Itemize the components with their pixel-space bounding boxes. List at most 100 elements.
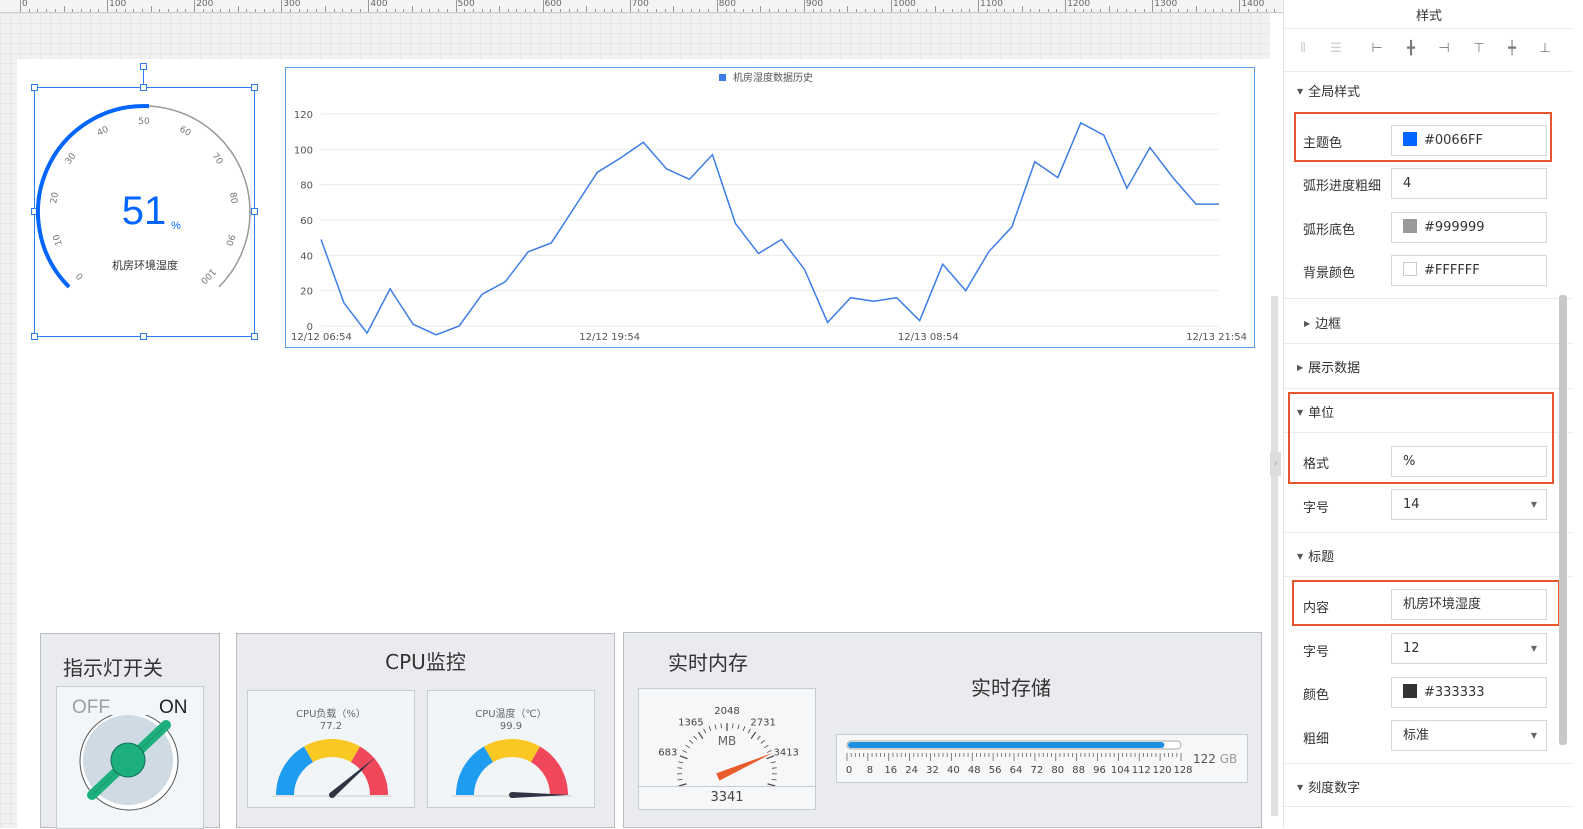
caret-right-icon: ▶ <box>1297 363 1303 372</box>
cpu-temp-dial <box>450 739 574 801</box>
ruler-tick <box>987 9 988 12</box>
section-title[interactable]: ▼标题 <box>1297 546 1334 565</box>
memory-dial-tick <box>686 745 690 748</box>
cpu-load-gauge[interactable]: CPU负载（%） 77.2 <box>247 690 415 808</box>
storage-tick-label: 104 <box>1111 765 1130 776</box>
collapse-panel-icon[interactable]: › <box>1270 452 1281 476</box>
ruler-tick <box>577 9 578 12</box>
ruler-label: 1300 <box>1154 0 1177 9</box>
gauge-scale-label: 70 <box>209 152 224 167</box>
storage-unit: GB <box>1220 752 1238 766</box>
memory-dial-tick <box>721 723 722 728</box>
bg-color-field[interactable]: #FFFFFF <box>1391 255 1547 286</box>
ruler-tick <box>1109 6 1110 12</box>
memory-dial-label: 1365 <box>678 717 703 728</box>
ruler-tick <box>935 6 936 12</box>
ruler-tick <box>177 9 178 12</box>
storage-bar-fill <box>848 742 1164 748</box>
distribute-horizontal-icon[interactable]: ⫴ <box>1294 40 1312 58</box>
y-tick-label: 40 <box>300 251 313 262</box>
ruler-tick <box>917 9 918 12</box>
unit-size-label: 字号 <box>1303 497 1329 516</box>
humidity-history-chart[interactable]: 机房湿度数据历史02040608010012012/12 06:5412/12 … <box>285 67 1255 348</box>
ruler-tick <box>516 9 517 12</box>
ruler-tick <box>691 9 692 12</box>
memory-dial-tick <box>761 740 765 743</box>
arc-bg-field[interactable]: #999999 <box>1391 212 1547 243</box>
align-right-icon[interactable]: ⊣ <box>1435 40 1453 58</box>
highlight-unit <box>1288 392 1554 484</box>
rotate-handle[interactable] <box>140 63 147 70</box>
chart-legend-label: 机房湿度数据历史 <box>733 71 813 84</box>
arc-width-field[interactable]: 4 <box>1391 168 1547 199</box>
x-tick-label: 12/13 21:54 <box>1186 332 1247 343</box>
divider <box>1284 71 1574 72</box>
ruler-tick <box>360 9 361 12</box>
switch-panel[interactable]: 指示灯开关 OFF ON <box>40 633 220 828</box>
align-bottom-icon[interactable]: ⊥ <box>1536 40 1554 58</box>
ruler-tick <box>1126 9 1127 12</box>
title-color-field[interactable]: #333333 <box>1391 677 1547 708</box>
cpu-temp-gauge[interactable]: CPU温度（℃） 99.9 <box>427 690 595 808</box>
title-size-select[interactable]: 12▼ <box>1391 633 1547 664</box>
align-middle-vertical-icon[interactable]: ┿ <box>1503 40 1521 58</box>
ruler-tick <box>1239 0 1240 12</box>
ruler-tick <box>1039 9 1040 12</box>
section-display-data[interactable]: ▶展示数据 <box>1297 357 1360 376</box>
cpu-panel[interactable]: CPU监控 CPU负载（%） 77.2 CPU温度（℃） 99.9 <box>236 633 615 828</box>
memory-gauge[interactable]: 068313652048273134134096MB 3341 <box>638 688 816 810</box>
ruler-tick <box>456 0 457 12</box>
ruler-tick <box>569 9 570 12</box>
ruler-tick <box>490 9 491 12</box>
ruler-tick <box>647 9 648 12</box>
memory-dial-tick <box>680 756 688 759</box>
storage-bar-widget[interactable]: 081624324048566472808896104112120128 122… <box>836 734 1248 783</box>
y-tick-label: 80 <box>300 181 313 192</box>
ruler-tick <box>55 9 56 12</box>
ruler-tick <box>726 9 727 12</box>
title-color-swatch <box>1403 684 1417 698</box>
ruler-tick <box>168 9 169 12</box>
ruler-tick <box>46 9 47 12</box>
ruler-tick <box>29 9 30 12</box>
ruler-tick <box>638 9 639 12</box>
canvas-scrollbar[interactable] <box>1271 296 1278 816</box>
switch-knob[interactable] <box>77 715 181 819</box>
section-global-style[interactable]: ▼全局样式 <box>1297 81 1360 100</box>
title-weight-select[interactable]: 标准▼ <box>1391 720 1547 751</box>
chevron-down-icon: ▼ <box>1531 634 1537 663</box>
humidity-gauge[interactable]: 0102030405060708090100 51 % 机房环境湿度 <box>34 87 255 337</box>
distribute-vertical-icon[interactable]: ☰ <box>1327 40 1345 58</box>
align-left-icon[interactable]: ⊢ <box>1368 40 1386 58</box>
section-scale-numbers[interactable]: ▼刻度数字 <box>1297 777 1360 796</box>
top-ruler: 0100200300400500600700800900100011001200… <box>0 0 1283 13</box>
ruler-tick <box>1100 9 1101 12</box>
cpu-temp-value: 99.9 <box>428 721 594 732</box>
unit-size-select[interactable]: 14▼ <box>1391 489 1547 520</box>
divider <box>1284 576 1574 577</box>
ruler-tick <box>1083 9 1084 12</box>
storage-tick-label: 32 <box>926 765 939 776</box>
panel-scrollbar[interactable] <box>1559 295 1567 745</box>
divider <box>1284 763 1574 764</box>
storage-tick-label: 0 <box>846 765 852 776</box>
memory-dial: 068313652048273134134096MB <box>639 689 815 787</box>
ruler-tick <box>151 6 152 12</box>
ruler-tick <box>821 9 822 12</box>
ruler-tick <box>682 9 683 12</box>
ruler-tick <box>969 9 970 12</box>
memory-dial-label: 3413 <box>773 747 798 758</box>
memory-storage-panel[interactable]: 实时内存 068313652048273134134096MB 3341 实时存… <box>623 632 1262 828</box>
storage-tick-label: 16 <box>884 765 897 776</box>
cpu-load-dial <box>270 739 394 801</box>
switch-control[interactable]: OFF ON <box>56 686 204 829</box>
section-border[interactable]: ▶边框 <box>1304 313 1341 332</box>
chevron-down-icon: ▼ <box>1531 490 1537 519</box>
memory-dial-tick <box>698 732 703 739</box>
ruler-tick <box>551 9 552 12</box>
divider <box>1284 388 1574 389</box>
align-top-icon[interactable]: ⊤ <box>1470 40 1488 58</box>
ruler-tick <box>612 9 613 12</box>
align-center-horizontal-icon[interactable]: ╋ <box>1402 40 1420 58</box>
storage-tick-label: 112 <box>1132 765 1151 776</box>
